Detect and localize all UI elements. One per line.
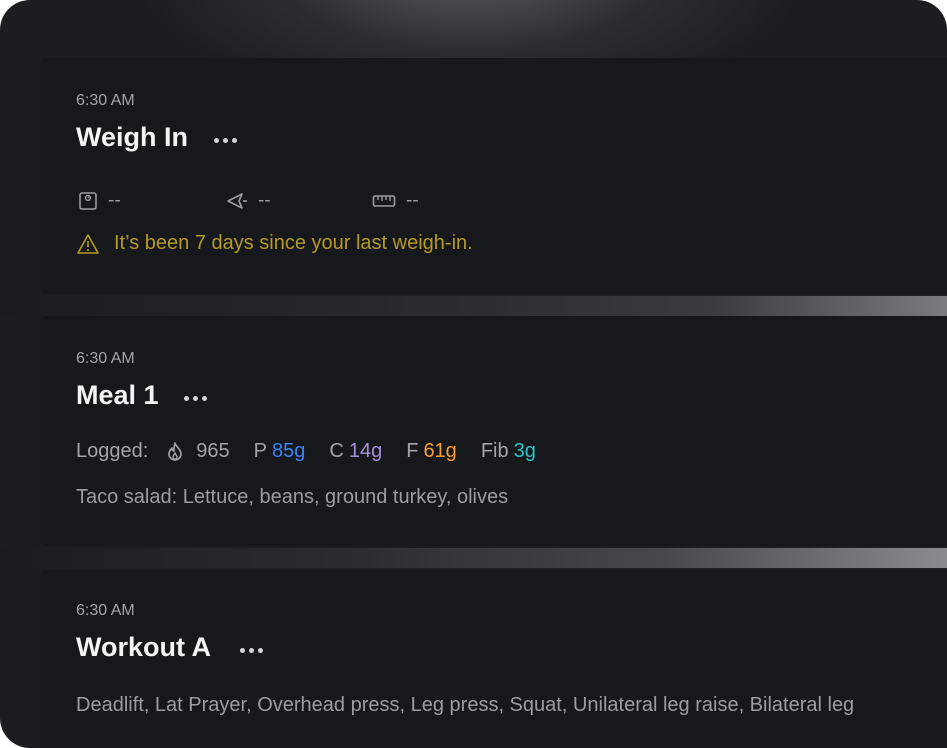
weight-value: -- <box>108 190 121 211</box>
bodyfat-metric: -- <box>226 190 271 212</box>
macro-summary: Logged: 965 P 85g C 14g F 61g Fib 3g <box>76 440 536 463</box>
calories-value: 965 <box>196 440 230 462</box>
entry-title: Meal 1 <box>76 380 159 410</box>
meal-description: Taco salad: Lettuce, beans, ground turke… <box>76 486 509 508</box>
fiber-label: Fib <box>480 440 509 462</box>
dot-icon <box>202 395 207 401</box>
entry-title: Weigh In <box>76 122 188 152</box>
dot-icon <box>232 137 237 143</box>
more-options-button[interactable] <box>240 636 267 662</box>
carbs-value: 14g <box>348 440 383 462</box>
protein-label: P <box>253 440 268 462</box>
protein-value: 85g <box>272 440 306 462</box>
dot-icon <box>214 137 219 143</box>
scale-icon <box>79 192 97 210</box>
divider-band <box>0 548 947 568</box>
flame-icon <box>168 441 183 461</box>
dot-icon <box>193 395 198 401</box>
meal-card[interactable]: 6:30 AM Meal 1 Logged: 965 P 85g C 14g F… <box>40 316 947 546</box>
dot-icon <box>223 137 228 143</box>
divider-band <box>0 296 947 316</box>
dot-icon <box>240 647 245 653</box>
more-options-button[interactable] <box>214 126 241 152</box>
weigh-in-warning: It’s been 7 days since your last weigh-i… <box>76 232 473 255</box>
workout-card[interactable]: 6:30 AM Workout A Deadlift, Lat Prayer, … <box>40 570 947 748</box>
dot-icon <box>249 647 254 653</box>
ruler-icon <box>372 195 396 207</box>
dot-icon <box>184 395 189 401</box>
bodyfat-value: -- <box>258 190 271 211</box>
weigh-in-card[interactable]: 6:30 AM Weigh In -- -- -- It’s been 7 da… <box>40 58 947 294</box>
caliper-icon <box>227 193 247 209</box>
fiber-value: 3g <box>513 440 536 462</box>
measurement-metric: -- <box>372 190 419 212</box>
measurement-value: -- <box>406 190 419 211</box>
entry-time: 6:30 AM <box>76 350 135 367</box>
fat-label: F <box>406 440 419 462</box>
more-options-button[interactable] <box>184 384 211 410</box>
weight-metric: -- <box>78 190 121 212</box>
carbs-label: C <box>329 440 344 462</box>
entry-time: 6:30 AM <box>76 92 135 109</box>
logged-label: Logged: <box>76 440 149 462</box>
app-frame: 6:30 AM Weigh In -- -- -- It’s been 7 da… <box>0 0 947 748</box>
entry-time: 6:30 AM <box>76 602 135 619</box>
warning-text: It’s been 7 days since your last weigh-i… <box>114 232 473 254</box>
dot-icon <box>258 647 263 653</box>
entry-title: Workout A <box>76 632 211 662</box>
workout-description: Deadlift, Lat Prayer, Overhead press, Le… <box>76 694 855 716</box>
warning-icon <box>77 233 99 254</box>
fat-value: 61g <box>423 440 457 462</box>
